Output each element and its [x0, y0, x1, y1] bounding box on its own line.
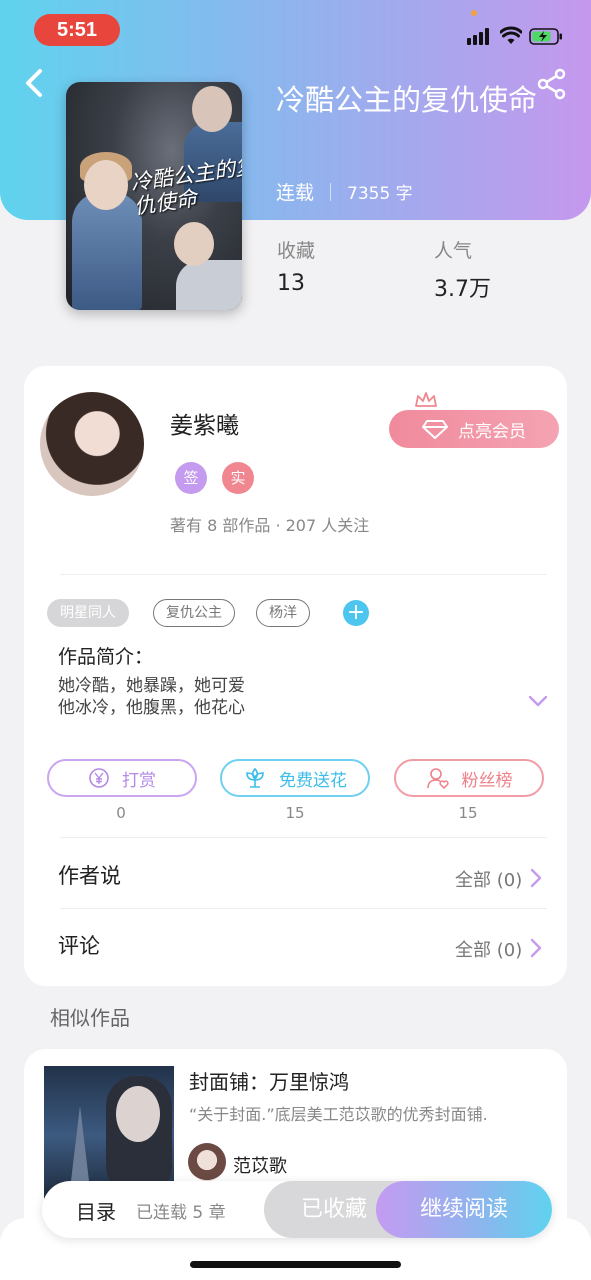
fan-ranking-button[interactable]: 粉丝榜	[394, 759, 544, 797]
chapter-status: 已连载 5 章	[136, 1203, 226, 1223]
fan-count: 15	[458, 804, 478, 822]
cellular-signal-icon	[467, 28, 491, 45]
fan-ranking-label: 粉丝榜	[461, 770, 513, 791]
stat-popularity: 人气 3.7万	[434, 236, 491, 303]
intro-line: 他冰冷，他腹黑，他花心	[58, 698, 245, 718]
divider	[60, 837, 547, 838]
send-flower-button[interactable]: 免费送花	[220, 759, 370, 797]
author-notes-count[interactable]: 全部 (0)	[455, 866, 522, 892]
author-name[interactable]: 姜紫曦	[170, 406, 239, 440]
stat-label: 收藏	[277, 240, 316, 262]
comments-count[interactable]: 全部 (0)	[455, 936, 522, 962]
continue-reading-button[interactable]: 继续阅读	[376, 1181, 552, 1238]
comments-label[interactable]: 评论	[58, 930, 100, 960]
flower-count: 15	[285, 804, 305, 822]
add-tag-button[interactable]: +	[343, 600, 369, 626]
send-flower-label: 免费送花	[279, 770, 347, 791]
status-time: 5:51	[34, 14, 120, 46]
stat-label: 人气	[434, 240, 473, 262]
author-stats: 著有 8 部作品 · 207 人关注	[170, 516, 370, 535]
crown-icon	[415, 392, 437, 407]
tag-chip[interactable]: 复仇公主	[153, 599, 235, 627]
similar-work-title[interactable]: 封面铺：万里惊鸿	[189, 1066, 349, 1095]
privacy-indicator-dot	[471, 10, 477, 16]
serial-status: 连载	[276, 182, 315, 204]
intro-label: 作品简介：	[58, 646, 154, 668]
similar-author-avatar	[188, 1143, 226, 1181]
similar-work-desc: “关于封面.”底层美工范苡歌的优秀封面铺.	[189, 1105, 488, 1124]
divider	[60, 908, 547, 909]
back-button[interactable]	[20, 66, 50, 100]
bottom-action-bar: 目录 已连载 5 章 已收藏 继续阅读	[42, 1181, 552, 1238]
battery-icon	[529, 28, 562, 45]
stat-value: 13	[277, 271, 305, 296]
book-title: 冷酷公主的复仇使命	[276, 83, 538, 117]
yen-coin-icon	[89, 768, 109, 788]
cover-title-art: 冷酷公主的复仇使命	[129, 153, 242, 219]
stat-value: 3.7万	[434, 277, 491, 302]
book-cover[interactable]: 冷酷公主的复仇使命	[66, 82, 242, 310]
vip-button[interactable]: 点亮会员	[389, 410, 559, 448]
intro-text: 她冷酷，她暴躁，她可爱 他冰冷，他腹黑，他花心	[58, 675, 245, 719]
flower-icon	[246, 767, 264, 788]
fan-user-icon	[426, 768, 449, 790]
meta-divider	[330, 182, 332, 201]
wifi-icon	[500, 26, 522, 44]
book-meta: 连载 7355 字	[276, 178, 413, 205]
expand-chevron-icon[interactable]	[528, 694, 548, 708]
intro-line: 她冷酷，她暴躁，她可爱	[58, 676, 245, 696]
vip-button-label: 点亮会员	[458, 421, 526, 442]
author-avatar[interactable]	[40, 392, 144, 496]
chevron-right-icon[interactable]	[530, 938, 542, 958]
home-indicator	[190, 1261, 401, 1268]
author-notes-label[interactable]: 作者说	[58, 860, 121, 890]
similar-works-heading: 相似作品	[50, 1006, 130, 1030]
chevron-right-icon[interactable]	[530, 868, 542, 888]
table-of-contents-button[interactable]: 目录	[76, 1196, 116, 1225]
signed-badge: 签	[175, 462, 207, 494]
stat-favorites: 收藏 13	[277, 236, 315, 296]
similar-author-name: 范苡歌	[233, 1156, 287, 1177]
tag-chip[interactable]: 杨洋	[256, 599, 310, 627]
tag-chip[interactable]: 明星同人	[47, 599, 129, 627]
tip-count: 0	[116, 804, 126, 822]
tip-button-label: 打赏	[122, 770, 156, 791]
word-count: 7355 字	[347, 184, 413, 204]
diamond-icon	[422, 420, 448, 439]
divider	[60, 574, 547, 575]
verified-badge: 实	[222, 462, 254, 494]
tip-button[interactable]: 打赏	[47, 759, 197, 797]
